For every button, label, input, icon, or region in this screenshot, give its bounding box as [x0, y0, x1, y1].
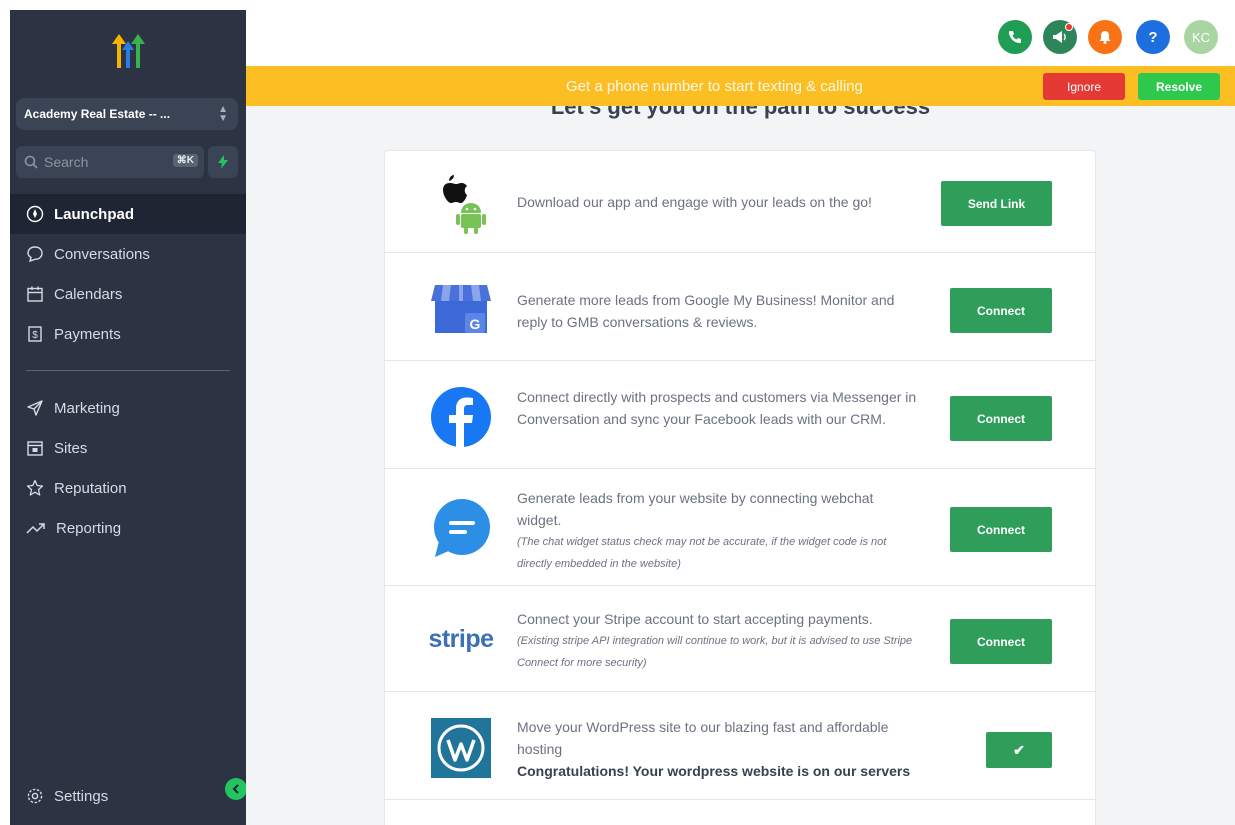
sidebar-item-label: Launchpad	[54, 205, 135, 223]
search-input[interactable]: Search ⌘K	[16, 146, 204, 178]
row-description: Generate more leads from Google My Busin…	[517, 292, 895, 330]
stripe-icon: stripe	[428, 607, 494, 671]
row-text: Move your WordPress site to our blazing …	[517, 719, 889, 757]
sidebar-item-reporting[interactable]: Reporting	[10, 508, 246, 548]
sidebar-item-reputation[interactable]: Reputation	[10, 468, 246, 508]
row-description: Connect your Stripe account to start acc…	[517, 608, 917, 674]
avatar[interactable]: KC	[1184, 20, 1218, 54]
search-icon	[24, 155, 38, 169]
list-item: Download our app and engage with your le…	[385, 151, 1095, 253]
page-title: Let's get you on the path to success	[550, 106, 931, 119]
phone-number-banner: Get a phone number to start texting & ca…	[246, 66, 1235, 106]
account-name: Academy Real Estate -- ...	[24, 107, 171, 121]
row-description: Connect directly with prospects and cust…	[517, 389, 917, 427]
sidebar-item-label: Reporting	[56, 519, 122, 537]
notification-dot	[1065, 23, 1073, 31]
help-glyph: ?	[1148, 28, 1158, 46]
row-note: (The chat widget status check may not be…	[517, 536, 887, 570]
sidebar-item-label: Reputation	[54, 479, 127, 497]
webchat-icon	[434, 499, 490, 557]
chat-bubble-icon	[27, 246, 43, 263]
star-icon	[26, 479, 44, 496]
bell-icon[interactable]	[1088, 20, 1122, 54]
sidebar-item-payments[interactable]: $ Payments	[10, 314, 246, 354]
megaphone-icon[interactable]	[1043, 20, 1077, 54]
sidebar-item-label: Marketing	[54, 399, 120, 417]
connect-webchat-button[interactable]: Connect	[950, 507, 1052, 552]
banner-message: Get a phone number to start texting & ca…	[566, 78, 863, 95]
list-item: stripe Connect your Stripe account to st…	[385, 586, 1095, 692]
sidebar-item-settings[interactable]: Settings	[10, 776, 246, 816]
chevron-left-icon	[232, 784, 239, 794]
connect-stripe-button[interactable]: Connect	[950, 619, 1052, 664]
calendar-icon	[27, 286, 43, 302]
sidebar-item-label: Payments	[54, 325, 121, 343]
send-icon	[27, 400, 43, 416]
list-item: Generate leads from your website by conn…	[385, 469, 1095, 586]
row-description: Generate leads from your website by conn…	[517, 487, 917, 575]
ignore-button[interactable]: Ignore	[1043, 73, 1125, 100]
connect-gmb-button[interactable]: Connect	[950, 288, 1052, 333]
google-my-business-icon: G	[431, 285, 491, 333]
collapse-sidebar-button[interactable]	[225, 778, 247, 800]
svg-text:G: G	[470, 316, 481, 332]
row-description: Download our app and engage with your le…	[517, 194, 872, 210]
row-text: Connect your Stripe account to start acc…	[517, 611, 873, 627]
wordpress-done-button[interactable]: ✔	[986, 732, 1052, 768]
gear-icon	[27, 788, 43, 804]
top-bar: ? KC	[246, 0, 1235, 66]
connect-facebook-button[interactable]: Connect	[950, 396, 1052, 441]
sidebar-item-label: Settings	[54, 787, 109, 805]
chevron-up-down-icon: ▲ ▼	[218, 104, 228, 124]
facebook-icon	[431, 387, 491, 447]
account-switcher[interactable]: Academy Real Estate -- ... ▲ ▼	[16, 98, 238, 130]
search-shortcut: ⌘K	[172, 154, 198, 167]
lightning-icon	[218, 155, 228, 169]
sidebar-item-launchpad[interactable]: Launchpad	[10, 194, 246, 234]
rocket-icon	[26, 205, 44, 223]
sidebar-item-calendars[interactable]: Calendars	[10, 274, 246, 314]
stripe-logo-text: stripe	[428, 624, 494, 653]
avatar-initials: KC	[1191, 29, 1211, 45]
browser-icon	[27, 441, 43, 456]
main-content: Let's get you on the path to success Dow…	[246, 106, 1235, 825]
list-item: G Generate more leads from Google My Bus…	[385, 253, 1095, 361]
sidebar-item-label: Conversations	[54, 245, 150, 263]
trend-icon	[26, 523, 45, 534]
list-item: Connect directly with prospects and cust…	[385, 361, 1095, 469]
sidebar-item-marketing[interactable]: Marketing	[10, 388, 246, 428]
sidebar-item-label: Calendars	[54, 285, 123, 303]
sidebar-divider	[26, 370, 230, 371]
search-placeholder: Search	[44, 154, 89, 170]
dollar-doc-icon: $	[28, 326, 42, 342]
resolve-button[interactable]: Resolve	[1138, 73, 1220, 100]
sidebar: Academy Real Estate -- ... ▲ ▼ Search ⌘K …	[10, 10, 246, 825]
phone-icon[interactable]	[998, 20, 1032, 54]
row-success-text: Congratulations! Your wordpress website …	[517, 763, 911, 779]
quick-action-button[interactable]	[208, 146, 238, 178]
help-icon[interactable]: ?	[1136, 20, 1170, 54]
list-item: Move your WordPress site to our blazing …	[385, 692, 1095, 800]
sidebar-item-conversations[interactable]: Conversations	[10, 234, 246, 274]
sidebar-item-sites[interactable]: Sites	[10, 428, 246, 468]
apple-android-icon	[443, 175, 486, 234]
sidebar-item-label: Sites	[54, 439, 88, 457]
wordpress-icon	[431, 718, 491, 778]
launchpad-card: Download our app and engage with your le…	[384, 150, 1096, 825]
row-text: Generate leads from your website by conn…	[517, 490, 874, 528]
row-note: (Existing stripe API integration will co…	[517, 635, 913, 669]
svg-text:$: $	[32, 330, 38, 341]
send-link-button[interactable]: Send Link	[941, 181, 1052, 226]
row-description: Move your WordPress site to our blazing …	[517, 716, 917, 782]
app-logo[interactable]	[106, 28, 150, 72]
